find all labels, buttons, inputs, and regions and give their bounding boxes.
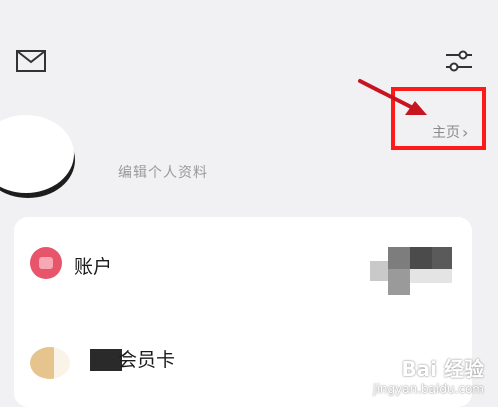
watermark: Bai 经验 jingyan.baidu.com [373,353,484,396]
watermark-logo: Bai 经验 [401,357,484,381]
account-card-icon [30,247,62,279]
menu-item-label: 账户 [74,256,113,278]
menu-item-label: 会员卡 [118,349,176,371]
avatar[interactable] [0,115,74,193]
settings-sliders-icon[interactable] [444,48,474,74]
edit-profile-link[interactable]: 编辑个人资料 [118,162,208,182]
watermark-url: jingyan.baidu.com [373,382,484,396]
menu-item-account[interactable]: 账户 [14,227,472,307]
redacted-value [370,247,452,297]
annotation-arrow-icon [358,79,427,115]
mail-icon[interactable] [16,50,46,72]
